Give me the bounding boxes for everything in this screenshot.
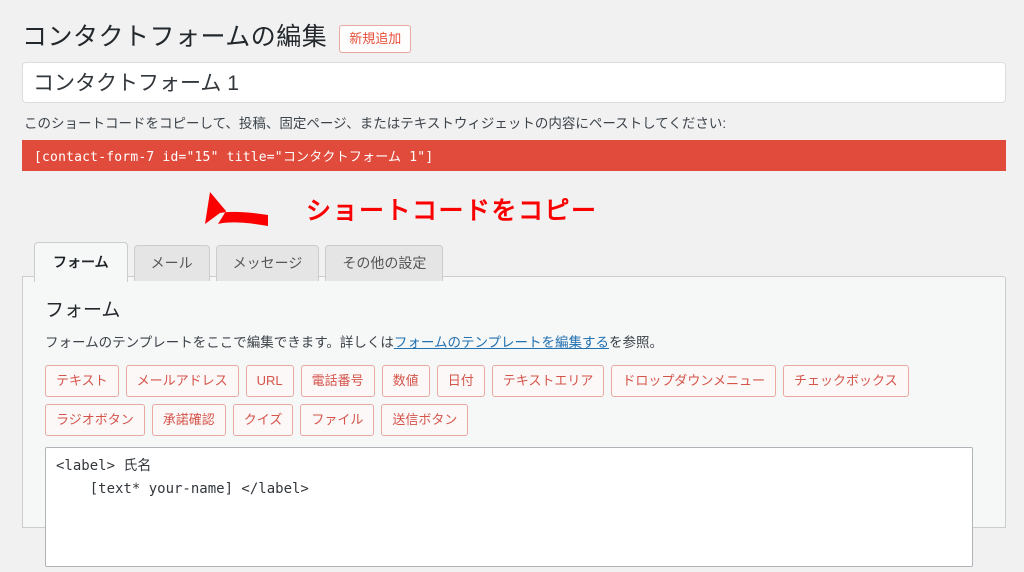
form-panel-inner: フォーム フォームのテンプレートをここで編集できます。詳しくはフォームのテンプレ…	[23, 277, 1005, 572]
tag-button-text[interactable]: テキスト	[45, 364, 119, 397]
tab-form[interactable]: フォーム	[34, 242, 128, 283]
shortcode-description: このショートコードをコピーして、投稿、固定ページ、またはテキストウィジェットの内…	[24, 116, 727, 131]
tab-additional-settings[interactable]: その他の設定	[325, 245, 444, 282]
tag-button-date[interactable]: 日付	[436, 364, 485, 397]
tag-button-file[interactable]: ファイル	[300, 403, 375, 436]
form-title-input[interactable]	[22, 62, 1006, 103]
tag-button-checkbox[interactable]: チェックボックス	[782, 364, 909, 397]
shortcode-bar[interactable]: [contact-form-7 id="15" title="コンタクトフォーム…	[22, 140, 1006, 172]
tag-button-dropdown[interactable]: ドロップダウンメニュー	[611, 364, 776, 397]
section-description-before: フォームのテンプレートをここで編集できます。詳しくは	[45, 334, 394, 350]
title-input-wrapper	[0, 56, 1024, 103]
form-panel: フォーム フォームのテンプレートをここで編集できます。詳しくはフォームのテンプレ…	[22, 276, 1006, 567]
curved-arrow-up-left-icon	[196, 188, 300, 232]
tag-button-tel[interactable]: 電話番号	[300, 364, 375, 397]
add-new-button[interactable]: 新規追加	[339, 25, 412, 53]
tag-button-textarea[interactable]: テキストエリア	[491, 364, 605, 397]
form-template-editor[interactable]	[45, 446, 973, 567]
section-description: フォームのテンプレートをここで編集できます。詳しくはフォームのテンプレートを編集…	[45, 333, 985, 353]
tag-row-1: テキスト メールアドレス URL 電話番号 数値 日付 テキストエリア ドロップ…	[45, 364, 985, 397]
section-description-after: を参照。	[609, 334, 664, 350]
shortcode-text: [contact-form-7 id="15" title="コンタクトフォーム…	[34, 150, 434, 166]
tag-button-email[interactable]: メールアドレス	[125, 364, 239, 397]
tag-button-submit[interactable]: 送信ボタン	[381, 403, 469, 436]
tag-row-2: ラジオボタン 承諾確認 クイズ ファイル 送信ボタン	[45, 403, 985, 436]
tag-button-acceptance[interactable]: 承諾確認	[151, 403, 226, 436]
tab-messages[interactable]: メッセージ	[215, 245, 320, 282]
form-tag-generator: テキスト メールアドレス URL 電話番号 数値 日付 テキストエリア ドロップ…	[45, 364, 985, 436]
annotation-text: ショートコードをコピー	[306, 195, 598, 225]
tag-button-radio[interactable]: ラジオボタン	[45, 403, 145, 436]
tab-mail[interactable]: メール	[133, 245, 210, 282]
tab-strip: フォーム メール メッセージ その他の設定	[34, 241, 444, 283]
edit-form-template-link[interactable]: フォームのテンプレートを編集する	[394, 335, 609, 350]
page-header: コンタクトフォームの編集 新規追加	[0, 0, 1024, 56]
tag-button-number[interactable]: 数値	[381, 364, 430, 397]
page-title: コンタクトフォームの編集	[22, 23, 328, 51]
tag-button-quiz[interactable]: クイズ	[232, 403, 294, 436]
annotation-callout: ショートコードをコピー	[196, 186, 598, 234]
section-title: フォーム	[45, 300, 121, 321]
tag-button-url[interactable]: URL	[245, 364, 294, 397]
